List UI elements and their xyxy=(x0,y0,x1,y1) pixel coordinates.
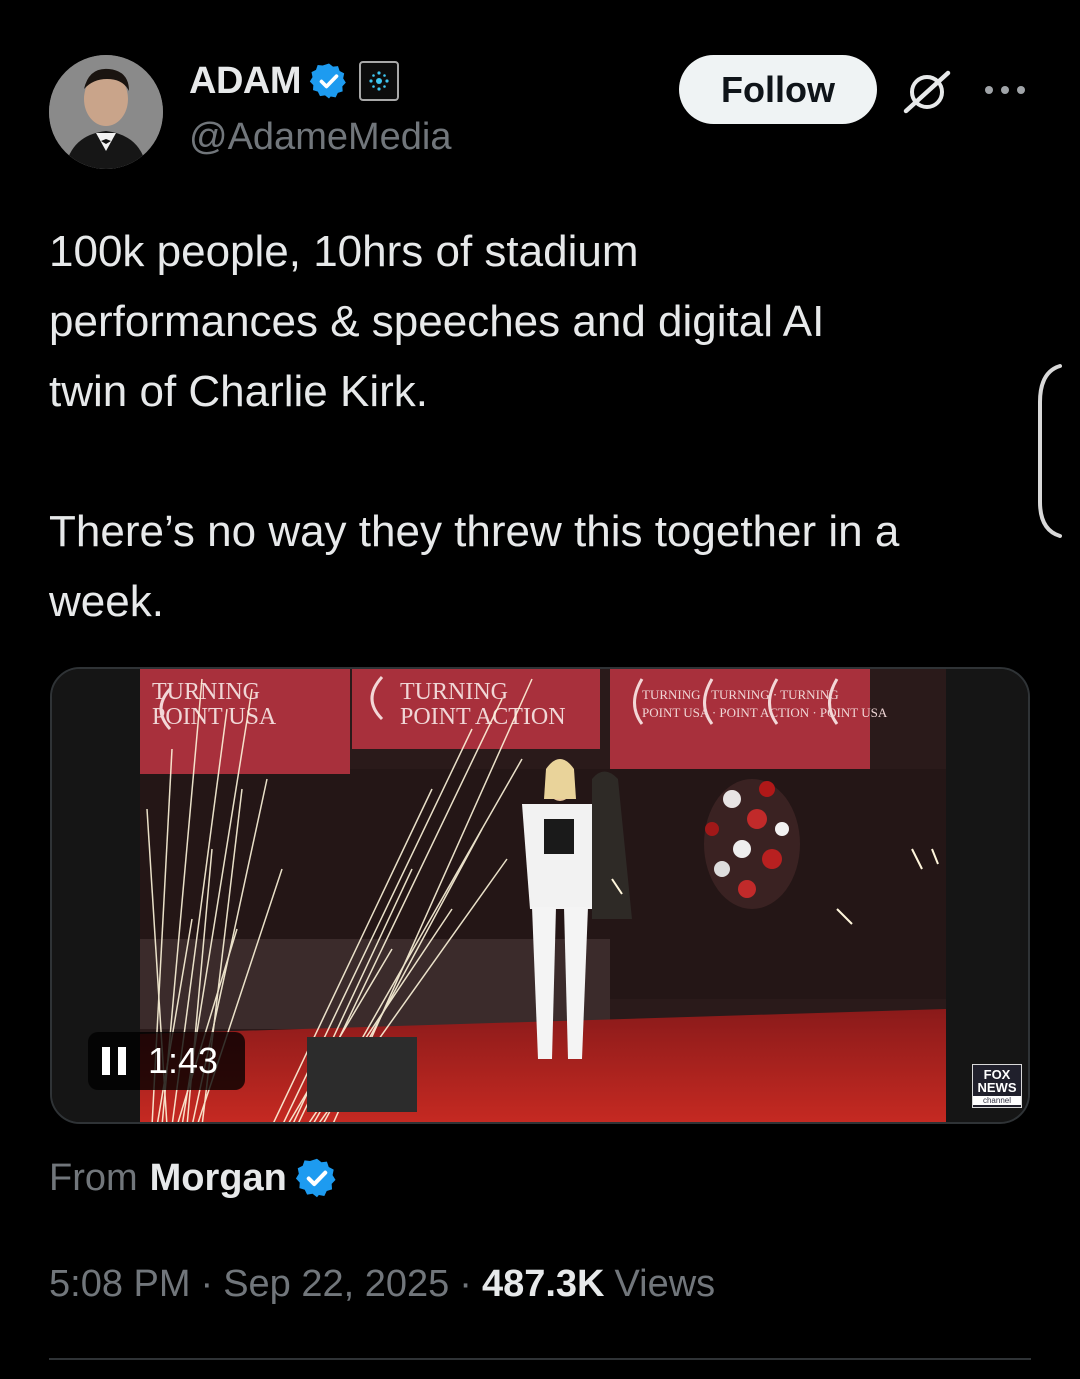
banner-text-6: POINT USA · POINT ACTION · POINT USA xyxy=(642,705,888,720)
banner-text-5: TURNING · TURNING · TURNING xyxy=(642,687,839,702)
scroll-handle[interactable] xyxy=(1030,362,1062,540)
avatar-image xyxy=(49,55,163,169)
author-name-row: ADAM xyxy=(189,58,399,104)
display-name[interactable]: ADAM xyxy=(189,60,301,103)
verified-badge-icon xyxy=(309,63,346,99)
affiliate-logo-icon xyxy=(369,71,389,91)
banner-text-4: POINT ACTION xyxy=(400,704,566,730)
watermark-line2: NEWS xyxy=(977,1080,1017,1095)
more-icon[interactable] xyxy=(983,80,1027,100)
author-handle[interactable]: @AdameMedia xyxy=(189,116,451,159)
grok-icon[interactable] xyxy=(900,65,954,119)
flower-arrangement xyxy=(704,779,800,909)
video-source-row: From Morgan xyxy=(49,1152,339,1204)
meta-separator: · xyxy=(200,1262,214,1305)
views-label: Views xyxy=(614,1262,716,1305)
watermark-line3: channel xyxy=(973,1096,1021,1105)
follow-button[interactable]: Follow xyxy=(679,55,877,124)
banner-text-3: TURNING xyxy=(400,679,508,705)
video-duration: 1:43 xyxy=(148,1040,219,1081)
video-time-pill[interactable]: 1:43 xyxy=(88,1032,245,1090)
video-player[interactable]: TURNING POINT USA TURNING POINT ACTION T… xyxy=(50,667,1030,1124)
verified-badge-icon xyxy=(295,1158,336,1198)
avatar[interactable] xyxy=(49,55,163,169)
from-name[interactable]: Morgan xyxy=(150,1157,287,1200)
divider xyxy=(49,1358,1031,1360)
pause-icon[interactable] xyxy=(102,1047,126,1075)
from-label: From xyxy=(49,1156,138,1199)
stage-speaker xyxy=(307,1037,417,1112)
banner-text-1: TURNING xyxy=(152,679,260,705)
tweet-text: 100k people, 10hrs of stadium performanc… xyxy=(49,227,900,626)
fox-news-watermark: FOX NEWS channel xyxy=(972,1064,1022,1108)
tweet-time[interactable]: 5:08 PM xyxy=(49,1263,191,1306)
banner-text-2: POINT USA xyxy=(152,704,277,730)
affiliate-badge-icon[interactable] xyxy=(358,61,399,101)
tweet-date[interactable]: Sep 22, 2025 xyxy=(223,1263,449,1306)
views-count[interactable]: 487.3K xyxy=(482,1263,605,1306)
tweet-meta: 5:08 PM · Sep 22, 2025 · 487.3K Views xyxy=(49,1258,715,1310)
meta-separator: · xyxy=(459,1262,472,1305)
